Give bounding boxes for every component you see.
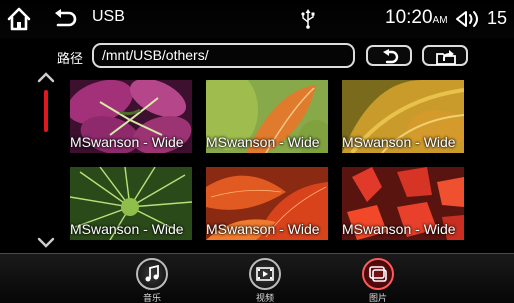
- scroll-up-icon[interactable]: [36, 69, 56, 83]
- root-folder-icon: [436, 50, 456, 65]
- status-bar: USB 10:20AM 15: [0, 0, 514, 38]
- music-label: 音乐: [142, 294, 161, 303]
- picture-caption: MSwanson - Wide: [342, 221, 456, 237]
- picture-caption: MSwanson - Wide: [206, 134, 320, 150]
- back-icon[interactable]: [52, 9, 78, 31]
- picture-thumbnail[interactable]: MSwanson - Wide: [342, 80, 464, 153]
- scroll-down-icon[interactable]: [36, 235, 56, 249]
- picture-grid: MSwanson - Wide MSwanson - Wide MSwanson…: [70, 80, 464, 244]
- picture-caption: MSwanson - Wide: [206, 221, 320, 237]
- picture-caption: MSwanson - Wide: [70, 221, 184, 237]
- picture-thumbnail[interactable]: MSwanson - Wide: [70, 167, 192, 240]
- path-label: 路径: [57, 52, 84, 67]
- picture-thumbnail[interactable]: MSwanson - Wide: [206, 167, 328, 240]
- clock-time: 10:20: [385, 7, 433, 28]
- pictures-tab[interactable]: 图片: [348, 258, 408, 303]
- pictures-label: 图片: [368, 294, 387, 303]
- picture-caption: MSwanson - Wide: [342, 134, 456, 150]
- video-tab[interactable]: 视频: [235, 258, 295, 303]
- video-label: 视频: [255, 294, 274, 303]
- music-tab[interactable]: 音乐: [122, 258, 182, 303]
- video-icon: [249, 258, 281, 290]
- clock-ampm: AM: [432, 15, 448, 26]
- clock: 10:20AM: [385, 7, 448, 29]
- picture-thumbnail[interactable]: MSwanson - Wide: [206, 80, 328, 153]
- music-icon: [136, 258, 168, 290]
- media-dock: 音乐 视频 图片: [0, 253, 514, 303]
- picture-caption: MSwanson - Wide: [70, 134, 184, 150]
- pictures-icon: [362, 258, 394, 290]
- path-field[interactable]: /mnt/USB/others/: [92, 43, 355, 68]
- home-icon[interactable]: [6, 6, 32, 32]
- volume-level: 15: [487, 8, 508, 28]
- path-bar: 路径 /mnt/USB/others/: [0, 38, 514, 72]
- picture-thumbnail[interactable]: MSwanson - Wide: [70, 80, 192, 153]
- picture-thumbnail[interactable]: MSwanson - Wide: [342, 167, 464, 240]
- usb-icon: [300, 9, 316, 29]
- up-folder-icon: [383, 49, 399, 64]
- volume-icon[interactable]: [455, 10, 485, 28]
- root-folder-button[interactable]: [422, 45, 468, 66]
- up-folder-button[interactable]: [366, 45, 412, 66]
- page-title: USB: [92, 8, 125, 25]
- scrollbar-thumb[interactable]: [44, 90, 48, 132]
